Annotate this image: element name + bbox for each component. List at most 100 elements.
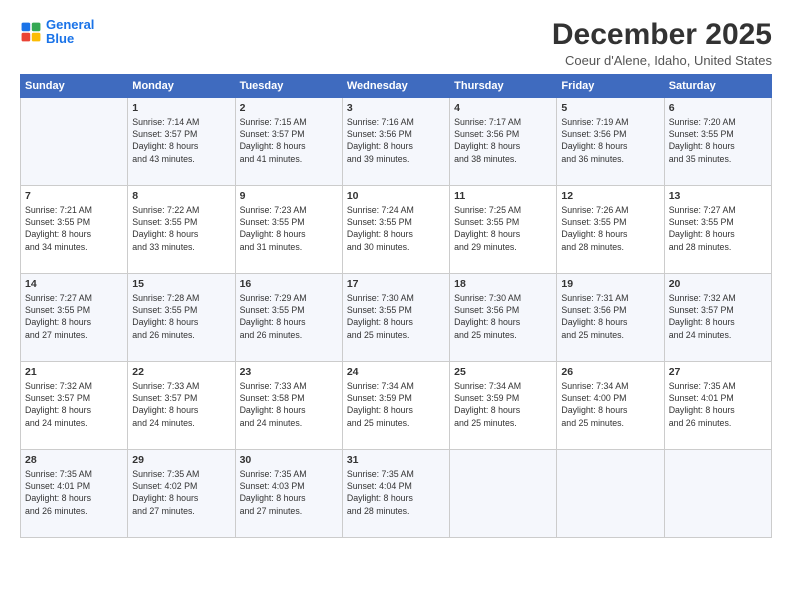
cell-content: Sunrise: 7:14 AM Sunset: 3:57 PM Dayligh…	[132, 116, 230, 165]
calendar-cell: 26Sunrise: 7:34 AM Sunset: 4:00 PM Dayli…	[557, 362, 664, 450]
calendar-cell	[450, 450, 557, 538]
day-number: 6	[669, 101, 767, 115]
day-number: 20	[669, 277, 767, 291]
calendar-cell: 12Sunrise: 7:26 AM Sunset: 3:55 PM Dayli…	[557, 186, 664, 274]
day-number: 13	[669, 189, 767, 203]
calendar-header-tuesday: Tuesday	[235, 75, 342, 98]
calendar-cell: 19Sunrise: 7:31 AM Sunset: 3:56 PM Dayli…	[557, 274, 664, 362]
calendar-cell: 8Sunrise: 7:22 AM Sunset: 3:55 PM Daylig…	[128, 186, 235, 274]
cell-content: Sunrise: 7:16 AM Sunset: 3:56 PM Dayligh…	[347, 116, 445, 165]
cell-content: Sunrise: 7:33 AM Sunset: 3:57 PM Dayligh…	[132, 380, 230, 429]
day-number: 26	[561, 365, 659, 379]
calendar-week-3: 14Sunrise: 7:27 AM Sunset: 3:55 PM Dayli…	[21, 274, 772, 362]
calendar-cell: 23Sunrise: 7:33 AM Sunset: 3:58 PM Dayli…	[235, 362, 342, 450]
calendar-cell: 17Sunrise: 7:30 AM Sunset: 3:55 PM Dayli…	[342, 274, 449, 362]
logo-icon	[20, 21, 42, 43]
cell-content: Sunrise: 7:22 AM Sunset: 3:55 PM Dayligh…	[132, 204, 230, 253]
day-number: 15	[132, 277, 230, 291]
calendar-week-4: 21Sunrise: 7:32 AM Sunset: 3:57 PM Dayli…	[21, 362, 772, 450]
cell-content: Sunrise: 7:26 AM Sunset: 3:55 PM Dayligh…	[561, 204, 659, 253]
calendar-cell	[557, 450, 664, 538]
cell-content: Sunrise: 7:33 AM Sunset: 3:58 PM Dayligh…	[240, 380, 338, 429]
calendar-cell: 1Sunrise: 7:14 AM Sunset: 3:57 PM Daylig…	[128, 98, 235, 186]
calendar-cell: 6Sunrise: 7:20 AM Sunset: 3:55 PM Daylig…	[664, 98, 771, 186]
day-number: 21	[25, 365, 123, 379]
page: General Blue December 2025 Coeur d'Alene…	[0, 0, 792, 612]
calendar-header-saturday: Saturday	[664, 75, 771, 98]
calendar-cell: 13Sunrise: 7:27 AM Sunset: 3:55 PM Dayli…	[664, 186, 771, 274]
day-number: 19	[561, 277, 659, 291]
calendar-cell: 29Sunrise: 7:35 AM Sunset: 4:02 PM Dayli…	[128, 450, 235, 538]
day-number: 4	[454, 101, 552, 115]
cell-content: Sunrise: 7:17 AM Sunset: 3:56 PM Dayligh…	[454, 116, 552, 165]
day-number: 28	[25, 453, 123, 467]
day-number: 24	[347, 365, 445, 379]
day-number: 27	[669, 365, 767, 379]
day-number: 11	[454, 189, 552, 203]
main-title: December 2025	[552, 18, 772, 51]
day-number: 5	[561, 101, 659, 115]
calendar-week-1: 1Sunrise: 7:14 AM Sunset: 3:57 PM Daylig…	[21, 98, 772, 186]
day-number: 14	[25, 277, 123, 291]
calendar-cell: 4Sunrise: 7:17 AM Sunset: 3:56 PM Daylig…	[450, 98, 557, 186]
cell-content: Sunrise: 7:21 AM Sunset: 3:55 PM Dayligh…	[25, 204, 123, 253]
title-block: December 2025 Coeur d'Alene, Idaho, Unit…	[552, 18, 772, 68]
calendar-cell: 25Sunrise: 7:34 AM Sunset: 3:59 PM Dayli…	[450, 362, 557, 450]
subtitle: Coeur d'Alene, Idaho, United States	[552, 53, 772, 68]
logo: General Blue	[20, 18, 94, 47]
cell-content: Sunrise: 7:25 AM Sunset: 3:55 PM Dayligh…	[454, 204, 552, 253]
calendar-cell: 31Sunrise: 7:35 AM Sunset: 4:04 PM Dayli…	[342, 450, 449, 538]
calendar-cell: 16Sunrise: 7:29 AM Sunset: 3:55 PM Dayli…	[235, 274, 342, 362]
calendar-week-2: 7Sunrise: 7:21 AM Sunset: 3:55 PM Daylig…	[21, 186, 772, 274]
cell-content: Sunrise: 7:20 AM Sunset: 3:55 PM Dayligh…	[669, 116, 767, 165]
calendar-cell	[21, 98, 128, 186]
day-number: 2	[240, 101, 338, 115]
header: General Blue December 2025 Coeur d'Alene…	[20, 18, 772, 68]
calendar-header-thursday: Thursday	[450, 75, 557, 98]
calendar-cell: 5Sunrise: 7:19 AM Sunset: 3:56 PM Daylig…	[557, 98, 664, 186]
cell-content: Sunrise: 7:35 AM Sunset: 4:01 PM Dayligh…	[25, 468, 123, 517]
cell-content: Sunrise: 7:30 AM Sunset: 3:56 PM Dayligh…	[454, 292, 552, 341]
day-number: 12	[561, 189, 659, 203]
cell-content: Sunrise: 7:24 AM Sunset: 3:55 PM Dayligh…	[347, 204, 445, 253]
calendar-cell: 11Sunrise: 7:25 AM Sunset: 3:55 PM Dayli…	[450, 186, 557, 274]
cell-content: Sunrise: 7:27 AM Sunset: 3:55 PM Dayligh…	[25, 292, 123, 341]
calendar-cell: 7Sunrise: 7:21 AM Sunset: 3:55 PM Daylig…	[21, 186, 128, 274]
day-number: 10	[347, 189, 445, 203]
day-number: 9	[240, 189, 338, 203]
day-number: 18	[454, 277, 552, 291]
calendar-cell: 18Sunrise: 7:30 AM Sunset: 3:56 PM Dayli…	[450, 274, 557, 362]
calendar-header-friday: Friday	[557, 75, 664, 98]
calendar-cell: 28Sunrise: 7:35 AM Sunset: 4:01 PM Dayli…	[21, 450, 128, 538]
cell-content: Sunrise: 7:35 AM Sunset: 4:02 PM Dayligh…	[132, 468, 230, 517]
calendar-header-row: SundayMondayTuesdayWednesdayThursdayFrid…	[21, 75, 772, 98]
logo-text: General Blue	[46, 18, 94, 47]
cell-content: Sunrise: 7:32 AM Sunset: 3:57 PM Dayligh…	[25, 380, 123, 429]
day-number: 25	[454, 365, 552, 379]
cell-content: Sunrise: 7:35 AM Sunset: 4:03 PM Dayligh…	[240, 468, 338, 517]
day-number: 17	[347, 277, 445, 291]
calendar-cell: 27Sunrise: 7:35 AM Sunset: 4:01 PM Dayli…	[664, 362, 771, 450]
cell-content: Sunrise: 7:35 AM Sunset: 4:04 PM Dayligh…	[347, 468, 445, 517]
cell-content: Sunrise: 7:35 AM Sunset: 4:01 PM Dayligh…	[669, 380, 767, 429]
calendar-cell: 24Sunrise: 7:34 AM Sunset: 3:59 PM Dayli…	[342, 362, 449, 450]
calendar: SundayMondayTuesdayWednesdayThursdayFrid…	[20, 74, 772, 538]
day-number: 7	[25, 189, 123, 203]
calendar-week-5: 28Sunrise: 7:35 AM Sunset: 4:01 PM Dayli…	[21, 450, 772, 538]
day-number: 31	[347, 453, 445, 467]
cell-content: Sunrise: 7:30 AM Sunset: 3:55 PM Dayligh…	[347, 292, 445, 341]
cell-content: Sunrise: 7:31 AM Sunset: 3:56 PM Dayligh…	[561, 292, 659, 341]
calendar-cell: 22Sunrise: 7:33 AM Sunset: 3:57 PM Dayli…	[128, 362, 235, 450]
cell-content: Sunrise: 7:19 AM Sunset: 3:56 PM Dayligh…	[561, 116, 659, 165]
day-number: 8	[132, 189, 230, 203]
calendar-cell: 21Sunrise: 7:32 AM Sunset: 3:57 PM Dayli…	[21, 362, 128, 450]
cell-content: Sunrise: 7:34 AM Sunset: 4:00 PM Dayligh…	[561, 380, 659, 429]
calendar-cell: 9Sunrise: 7:23 AM Sunset: 3:55 PM Daylig…	[235, 186, 342, 274]
day-number: 3	[347, 101, 445, 115]
calendar-cell: 15Sunrise: 7:28 AM Sunset: 3:55 PM Dayli…	[128, 274, 235, 362]
calendar-cell: 30Sunrise: 7:35 AM Sunset: 4:03 PM Dayli…	[235, 450, 342, 538]
day-number: 22	[132, 365, 230, 379]
day-number: 16	[240, 277, 338, 291]
calendar-cell	[664, 450, 771, 538]
calendar-cell: 20Sunrise: 7:32 AM Sunset: 3:57 PM Dayli…	[664, 274, 771, 362]
